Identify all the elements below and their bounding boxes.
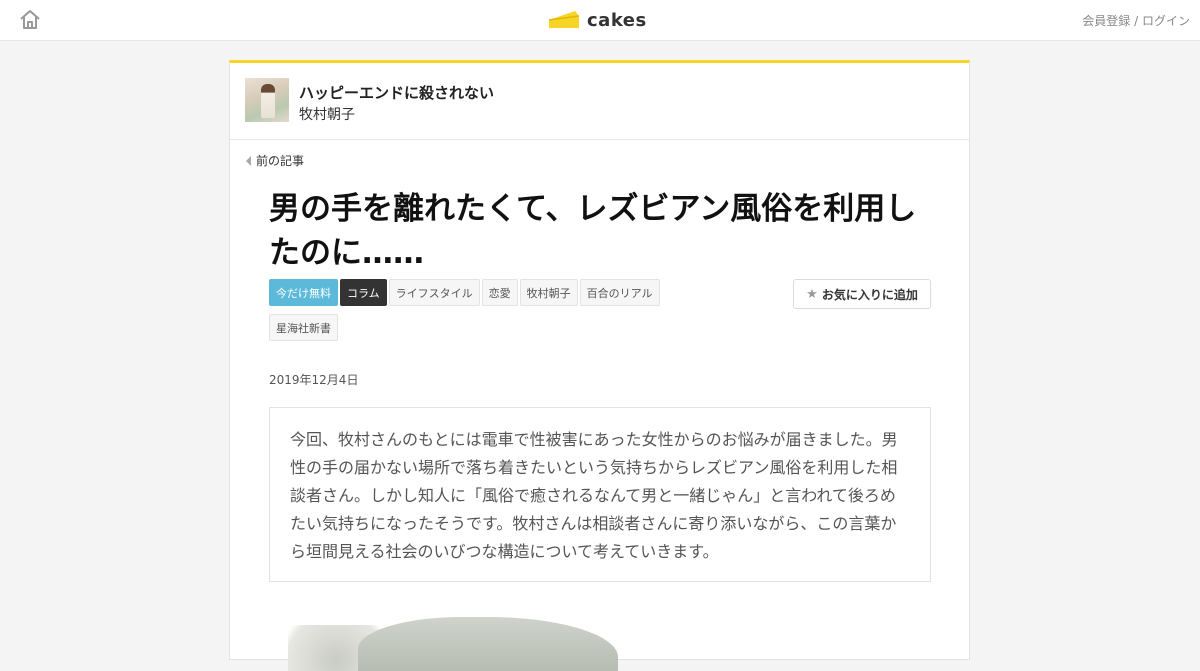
tag-column[interactable]: コラム [340,279,387,306]
auth-separator: / [1130,14,1142,28]
top-bar: cakes 会員登録 / ログイン [0,0,1200,41]
series-thumbnail[interactable] [245,78,289,122]
tag-author[interactable]: 牧村朝子 [519,279,578,306]
tag-lifestyle[interactable]: ライフスタイル [388,279,480,306]
tag-free[interactable]: 今だけ無料 [269,279,338,306]
lead-box: 今回、牧村さんのもとには電車で性被害にあった女性からのお悩みが届きました。男性の… [269,407,931,582]
series-author[interactable]: 牧村朝子 [299,104,355,124]
add-favorite-button[interactable]: ★ お気に入りに追加 [793,279,931,309]
article-title: 男の手を離れたくて、レズビアン風俗を利用したのに…… [269,191,917,271]
login-link[interactable]: ログイン [1142,14,1190,28]
publish-date: 2019年12月4日 [269,373,359,387]
tag-seikaisha[interactable]: 星海社新書 [269,314,338,341]
series-header[interactable]: ハッピーエンドに殺されない 牧村朝子 [230,63,969,140]
prev-article-label: 前の記事 [256,154,305,168]
tag-list: 今だけ無料 コラム ライフスタイル 恋愛 牧村朝子 百合のリアル星海社新書 [269,279,679,349]
tag-love[interactable]: 恋愛 [481,279,518,306]
auth-links: 会員登録 / ログイン [1082,12,1190,29]
article-hero-image [288,611,888,671]
prev-article-link[interactable]: 前の記事 [246,152,304,169]
series-title[interactable]: ハッピーエンドに殺されない [299,82,494,103]
register-link[interactable]: 会員登録 [1082,14,1130,28]
chevron-left-icon [246,155,251,166]
author-photo-figure [261,84,275,118]
article-card: ハッピーエンドに殺されない 牧村朝子 前の記事 男の手を離れたくて、レズビアン風… [229,60,970,671]
home-icon[interactable] [19,8,41,30]
add-favorite-label: お気に入りに追加 [821,287,918,302]
image-mountain [358,617,618,671]
tag-yuri-real[interactable]: 百合のリアル [579,279,660,306]
cake-slice-icon [548,11,580,28]
cakes-logo[interactable]: cakes [547,6,647,34]
lead-text: 今回、牧村さんのもとには電車で性被害にあった女性からのお悩みが届きました。男性の… [290,430,898,561]
star-icon: ★ [806,286,818,302]
logo-text: cakes [587,9,647,31]
